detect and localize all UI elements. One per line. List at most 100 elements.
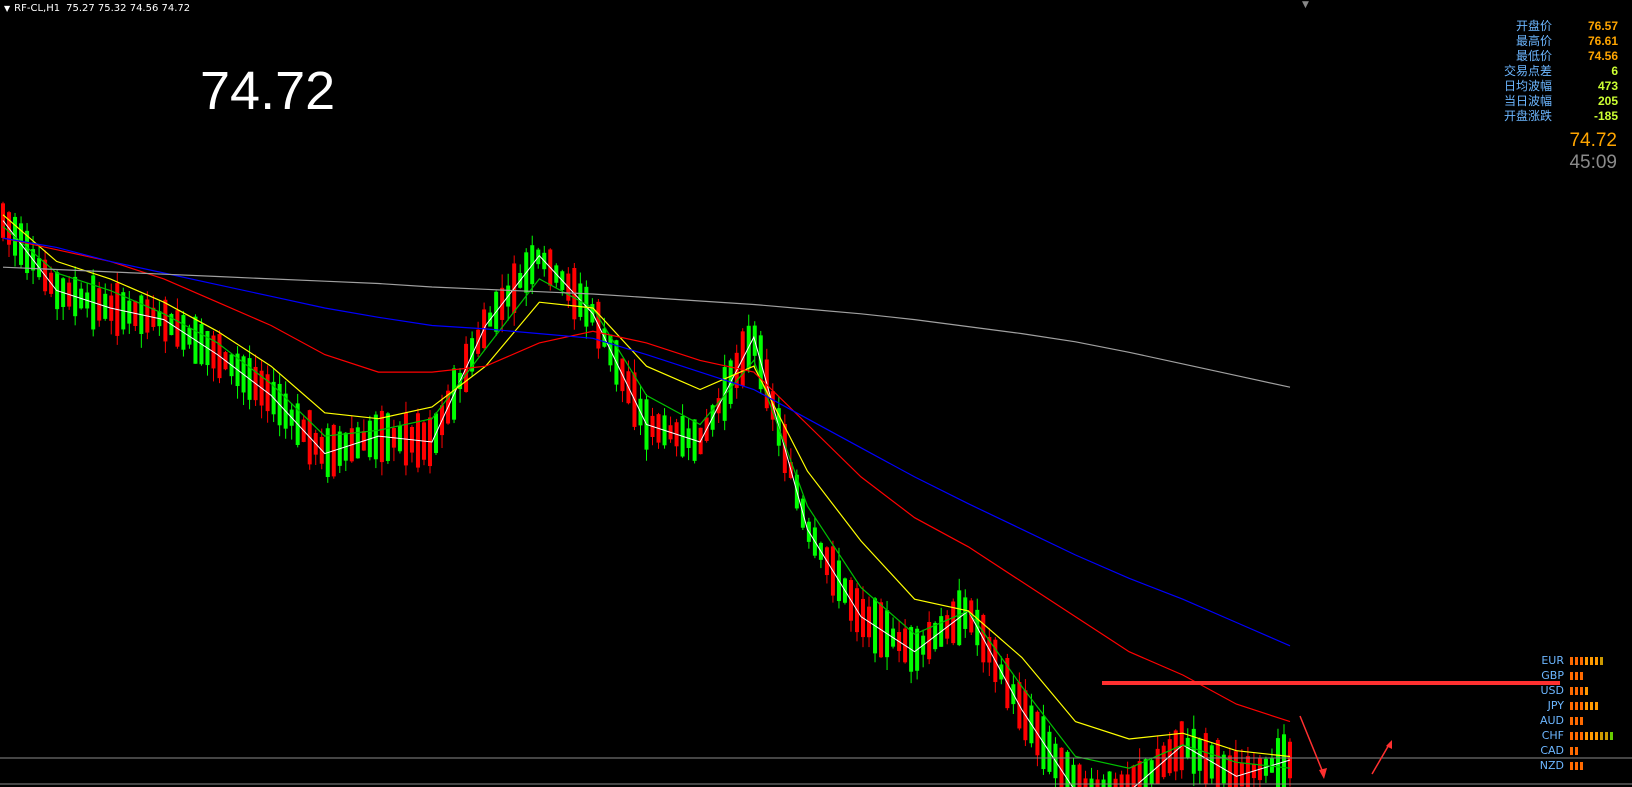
info-label: 开盘涨跌 [1503, 109, 1552, 123]
candle [572, 262, 577, 330]
candle [1107, 771, 1112, 787]
strength-bar [1575, 701, 1578, 710]
candle [1113, 772, 1118, 787]
strength-bars [1570, 686, 1590, 695]
candle [488, 306, 493, 327]
info-value: 76.61 [1587, 34, 1618, 48]
candle [1209, 742, 1214, 785]
candle [584, 280, 589, 339]
candle [343, 431, 348, 472]
candle [295, 393, 300, 448]
candle [1167, 731, 1172, 776]
currency-row: EUR [1532, 653, 1632, 668]
candle [1077, 763, 1082, 787]
strength-bar [1570, 731, 1573, 740]
strength-bars [1570, 656, 1605, 665]
up-arrow [1371, 740, 1392, 775]
strength-bar [1580, 731, 1583, 740]
currency-name: USD [1540, 684, 1564, 697]
currency-name: JPY [1547, 699, 1564, 712]
strength-bar [1570, 686, 1573, 695]
candle [656, 412, 661, 449]
strength-bar [1575, 671, 1578, 680]
candle [692, 419, 697, 464]
currency-strength-panel: EUR GBP USD JPY AUD CHF CAD NZD [1532, 653, 1632, 773]
candle [379, 405, 384, 476]
down-arrow [1299, 715, 1327, 779]
currency-row: NZD [1532, 758, 1632, 773]
candle [909, 625, 914, 684]
candle [235, 346, 240, 399]
currency-row: JPY [1532, 698, 1632, 713]
strength-bars [1570, 761, 1585, 770]
currency-name: GBP [1541, 669, 1564, 682]
candle [79, 282, 84, 310]
strength-bar [1570, 671, 1573, 680]
info-row: 交易点差 6 [1458, 64, 1618, 79]
currency-name: CAD [1540, 744, 1564, 757]
strength-bar [1575, 746, 1578, 755]
candle [680, 404, 685, 458]
info-label: 当日波幅 [1503, 94, 1552, 108]
candle [421, 420, 426, 466]
info-label: 开盘价 [1515, 19, 1552, 33]
scroll-marker-icon[interactable]: ▼ [1302, 0, 1309, 10]
strength-bars [1570, 671, 1585, 680]
ma-green-line [2, 225, 1291, 769]
candle [139, 294, 144, 348]
candle [1125, 761, 1130, 787]
candle [1233, 739, 1238, 787]
strength-bar [1580, 701, 1583, 710]
big-price-label: 74.72 [200, 61, 336, 121]
info-label: 最高价 [1515, 34, 1552, 48]
candle [349, 415, 354, 463]
currency-name: NZD [1539, 759, 1564, 772]
strength-bar [1580, 686, 1583, 695]
info-row: 最高价 76.61 [1458, 34, 1618, 49]
strength-bar [1575, 731, 1578, 740]
strength-bar [1585, 686, 1588, 695]
candle [668, 416, 673, 443]
currency-row: CAD [1532, 743, 1632, 758]
currency-name: AUD [1539, 714, 1564, 727]
info-value: 76.57 [1587, 19, 1618, 33]
candle [211, 330, 216, 382]
strength-bar [1580, 656, 1583, 665]
strength-bar [1585, 701, 1588, 710]
info-value: 6 [1611, 64, 1618, 78]
info-label: 日均波幅 [1503, 79, 1552, 93]
strength-bar [1595, 701, 1598, 710]
strength-bars [1570, 746, 1580, 755]
candle [1257, 754, 1262, 787]
strength-bars [1570, 701, 1600, 710]
candle [578, 272, 583, 321]
strength-bar [1570, 761, 1573, 770]
strength-bar [1575, 686, 1578, 695]
candle [1029, 693, 1034, 748]
candle [1227, 747, 1232, 787]
candle [638, 386, 643, 436]
candle [289, 403, 294, 440]
info-row: 最低价 74.56 [1458, 49, 1618, 64]
info-value: -185 [1593, 109, 1618, 123]
candle [927, 611, 932, 665]
chart-menu-icon[interactable]: ▼ [4, 4, 10, 13]
candle [873, 596, 878, 663]
strength-bar [1610, 731, 1613, 740]
candle [644, 393, 649, 461]
strength-bar [1570, 656, 1573, 665]
ma-red-line [2, 237, 1291, 723]
candle [1245, 746, 1250, 787]
candle [151, 295, 156, 331]
strength-bar [1575, 656, 1578, 665]
info-panel: 开盘价 76.57 最高价 76.61 最低价 74.56 交易点差 6 日均波幅 473… [1458, 19, 1618, 124]
candle [199, 318, 204, 366]
strength-bar [1580, 761, 1583, 770]
strength-bar [1575, 761, 1578, 770]
candle [632, 359, 637, 431]
candle [662, 408, 667, 449]
candle [1288, 738, 1292, 787]
strength-bar [1595, 656, 1598, 665]
candle [361, 419, 366, 451]
info-row: 当日波幅 205 [1458, 94, 1618, 109]
